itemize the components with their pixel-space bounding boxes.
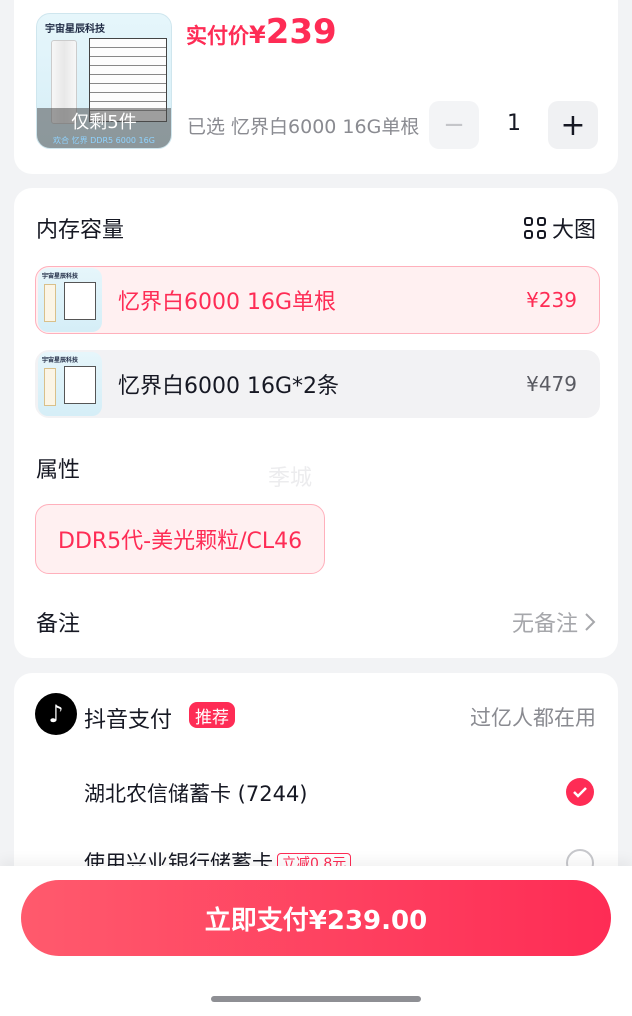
options-card: 内存容量 大图 宇宙星辰科技 忆界白6000 16G单根 ¥239 宇宙星辰科技… — [14, 188, 618, 658]
quantity-increase-button[interactable]: + — [548, 101, 598, 149]
thumbnail-brand: 宇宙星辰科技 — [45, 24, 105, 35]
sku-option-single[interactable]: 宇宙星辰科技 忆界白6000 16G单根 ¥239 — [35, 266, 600, 334]
chevron-right-icon — [585, 613, 596, 631]
grid-icon — [523, 217, 546, 239]
sku-option-price: ¥479 — [526, 372, 577, 396]
quantity-value: 1 — [507, 111, 521, 136]
sku-thumbnail-brand: 宇宙星辰科技 — [42, 357, 79, 364]
recommend-badge: 推荐 — [189, 702, 235, 728]
note-title: 备注 — [36, 612, 81, 637]
pay-now-button[interactable]: 立即支付¥239.00 — [21, 880, 611, 956]
note-button[interactable]: 无备注 — [512, 606, 596, 638]
attribute-chip[interactable]: DDR5代-美光颗粒/CL46 — [35, 504, 326, 574]
sku-thumbnail: 宇宙星辰科技 — [38, 268, 102, 332]
watermark-text: 季城 — [268, 466, 313, 491]
sku-option-pair[interactable]: 宇宙星辰科技 忆界白6000 16G*2条 ¥479 — [35, 350, 600, 418]
checkmark-icon — [573, 787, 587, 798]
sku-thumbnail: 宇宙星辰科技 — [38, 352, 102, 416]
currency-symbol: ¥ — [249, 21, 266, 49]
big-image-label: 大图 — [551, 218, 596, 243]
paid-price-value: 239 — [265, 12, 337, 52]
sku-option-name: 忆界白6000 16G*2条 — [118, 374, 340, 399]
sku-thumbnail-brand: 宇宙星辰科技 — [42, 273, 79, 280]
selected-sku-text: 已选 忆界白6000 16G单根 — [187, 116, 420, 138]
note-value: 无备注 — [511, 612, 578, 637]
bottom-action-bar: 立即支付¥239.00 — [0, 866, 632, 1016]
sku-option-price: ¥239 — [526, 288, 577, 312]
attribute-title: 属性 — [36, 458, 81, 483]
product-card: 宇宙星辰科技 欢合 忆界 DDR5 6000 16G 仅剩5件 实付价¥239 … — [14, 0, 618, 174]
payment-method-hint: 过亿人都在用 — [470, 706, 596, 730]
sku-option-name: 忆界白6000 16G单根 — [118, 290, 337, 315]
stock-remaining-label: 仅剩5件 — [71, 112, 137, 133]
big-image-button[interactable]: 大图 — [523, 212, 596, 244]
product-thumbnail[interactable]: 宇宙星辰科技 欢合 忆界 DDR5 6000 16G 仅剩5件 — [36, 13, 172, 149]
douyin-logo-icon: ♪ — [35, 693, 77, 735]
payment-method-name: 抖音支付 — [84, 708, 173, 733]
attribute-chip-label: DDR5代-美光颗粒/CL46 — [58, 529, 303, 554]
thumbnail-footer-text: 欢合 忆界 DDR5 6000 16G — [53, 136, 155, 145]
bank-option-label[interactable]: 湖北农信储蓄卡 (7244) — [84, 778, 308, 808]
home-indicator — [211, 996, 421, 1002]
plus-icon: + — [560, 107, 586, 143]
paid-price: 实付价¥239 — [186, 12, 337, 52]
paid-price-label: 实付价 — [186, 24, 249, 48]
quantity-decrease-button[interactable]: − — [429, 101, 479, 149]
bank-radio-checked[interactable] — [566, 778, 594, 806]
capacity-title: 内存容量 — [36, 218, 125, 243]
minus-icon: − — [443, 110, 465, 140]
